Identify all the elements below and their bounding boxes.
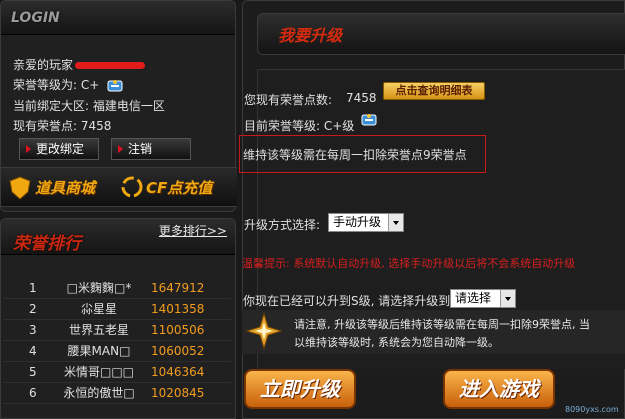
upgrade-panel: 我要升级 <box>242 0 625 419</box>
honor-badge-icon <box>107 79 123 91</box>
ranking-row: 3 世界五老星 1100506 <box>3 320 231 341</box>
current-points-label: 您现有荣誉点数: <box>244 93 333 107</box>
target-level-label: 你现在已经可以升到S级, 请选择升级到 <box>243 294 451 308</box>
server-text: 当前绑定大区: 福建电信一区 <box>13 99 165 113</box>
arrow-icon <box>118 145 123 153</box>
warning-text: 温馨提示: 系统默认自动升级, 选择手动升级以后将不会系统自动升级 <box>242 257 576 270</box>
detail-button[interactable]: 点击查询明细表 <box>383 82 485 100</box>
ranking-row: 6 永恒的傲世□ 1020845 <box>3 383 231 404</box>
chevron-down-icon[interactable] <box>500 290 515 307</box>
ranking-row: 4 腰果MAN□ 1060052 <box>3 341 231 362</box>
honor-badge-icon <box>361 114 377 126</box>
shop-bar: 道具商城 CF点充值 <box>1 167 237 207</box>
ranking-row: 1 □米麴麴□* 1647912 <box>3 278 231 299</box>
points-text: 现有荣誉点: 7458 <box>13 119 112 133</box>
ranking-row: 5 米情哥□□□ 1046364 <box>3 362 231 383</box>
target-level-select[interactable]: 请选择 <box>450 289 516 308</box>
star-icon <box>245 312 283 350</box>
upgrade-mode-label: 升级方式选择: <box>244 218 321 232</box>
note-line-1: 请注意, 升级该等级后维持该等级需在每周一扣除9荣誉点, 当 <box>294 318 590 331</box>
note-box: 请注意, 升级该等级后维持该等级需在每周一扣除9荣誉点, 当 以维持该等级时, … <box>242 310 625 354</box>
watermark: 8090yxs.com <box>565 405 619 414</box>
greeting-text: 亲爱的玩家 <box>13 56 146 73</box>
enter-game-button[interactable]: 进入游戏 <box>443 369 555 409</box>
note-line-2: 以维持该等级时, 系统会为您自动降一级。 <box>294 336 499 349</box>
shield-icon <box>9 176 31 200</box>
upgrade-mode-select[interactable]: 手动升级 <box>328 213 404 232</box>
chevron-down-icon[interactable] <box>388 214 403 231</box>
logout-button[interactable]: 注销 <box>111 138 191 160</box>
upgrade-title: 我要升级 <box>278 26 343 45</box>
recharge-link[interactable]: CF点充值 <box>146 177 212 198</box>
item-mall-link[interactable]: 道具商城 <box>35 177 95 198</box>
upgrade-now-button[interactable]: 立即升级 <box>244 369 356 409</box>
more-rankings-link[interactable]: 更多排行>> <box>159 222 227 239</box>
recycle-icon <box>121 176 143 198</box>
ranking-list: 1 □米麴麴□* 1647912 2 尛星星 1401358 3 世界五老星 1100506… <box>3 278 231 404</box>
change-binding-button[interactable]: 更改绑定 <box>19 138 99 160</box>
redacted-username <box>75 62 146 69</box>
login-title: LOGIN <box>11 10 60 26</box>
weekly-notice-text: 维持该等级需在每周一扣除荣誉点9荣誉点 <box>243 148 467 162</box>
upgrade-header: 我要升级 <box>257 13 625 55</box>
current-points-value: 7458 <box>346 91 377 105</box>
current-level-text: 目前荣誉等级: C+级 <box>244 119 355 133</box>
honor-level-text: 荣誉等级为: C+ <box>13 76 123 93</box>
login-panel: LOGIN 亲爱的玩家 荣誉等级为: C+ 当前绑定大区: 福建电信一区 现有荣… <box>0 0 237 212</box>
login-header: LOGIN <box>1 1 235 35</box>
ranking-title: 荣誉排行 <box>13 234 81 254</box>
ranking-row: 2 尛星星 1401358 <box>3 299 231 320</box>
arrow-icon <box>26 145 31 153</box>
ranking-header: 荣誉排行 更多排行>> <box>1 219 235 255</box>
